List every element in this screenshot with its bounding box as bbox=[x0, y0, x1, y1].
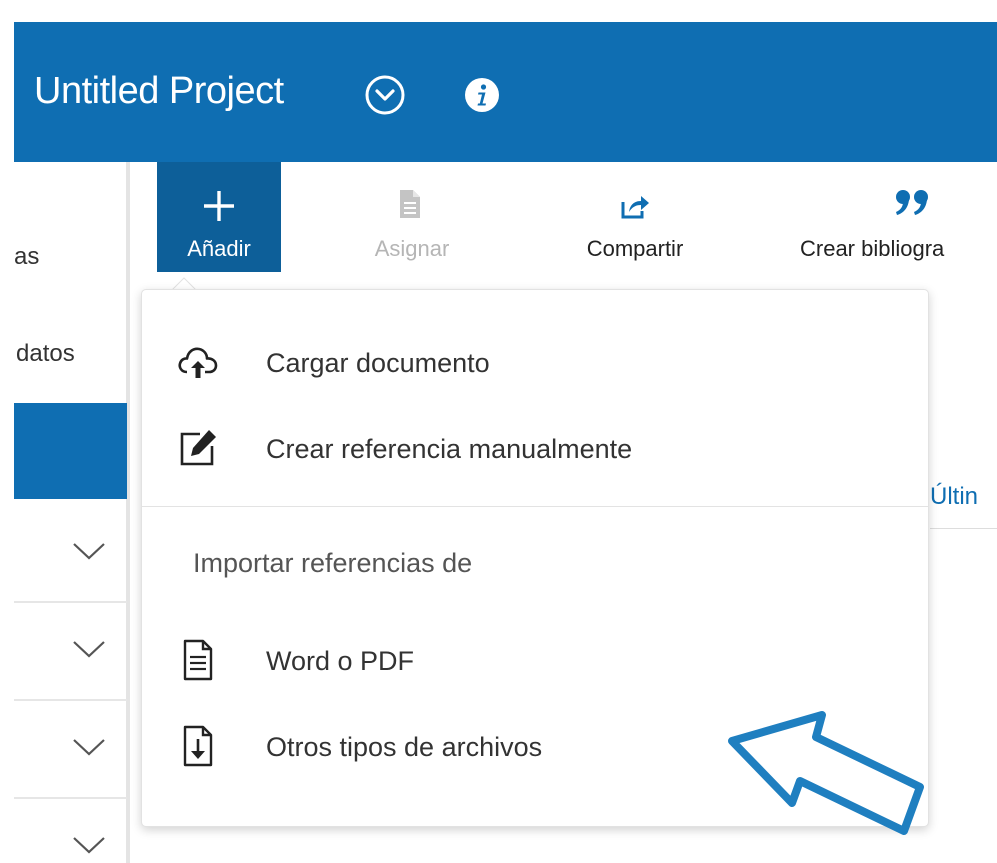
document-icon bbox=[400, 190, 420, 218]
list-divider bbox=[930, 528, 997, 529]
project-header: Untitled Project bbox=[14, 22, 997, 162]
add-button-label: Añadir bbox=[187, 236, 251, 261]
file-download-icon bbox=[183, 725, 213, 767]
cloud-upload-icon bbox=[178, 347, 218, 378]
assign-button[interactable]: Asignar bbox=[350, 162, 474, 272]
sidebar-expander-row[interactable] bbox=[14, 603, 127, 701]
quote-icon bbox=[896, 190, 928, 215]
sidebar-expander-row[interactable] bbox=[14, 701, 127, 799]
sidebar-item-label[interactable]: datos bbox=[16, 340, 75, 368]
chevron-down-icon[interactable] bbox=[72, 835, 106, 855]
share-icon bbox=[621, 196, 649, 219]
sort-label-partial[interactable]: Últin bbox=[930, 483, 978, 511]
chevron-down-circle-icon[interactable] bbox=[364, 74, 406, 116]
menu-item-label: Cargar documento bbox=[266, 348, 490, 378]
chevron-down-icon[interactable] bbox=[72, 541, 106, 561]
menu-item-upload-document[interactable]: Cargar documento bbox=[142, 328, 928, 394]
menu-item-create-manual-reference[interactable]: Crear referencia manualmente bbox=[142, 414, 928, 480]
pointer-arrow-icon bbox=[728, 711, 924, 835]
import-section-title: Importar referencias de bbox=[193, 548, 473, 578]
menu-item-label: Crear referencia manualmente bbox=[266, 434, 633, 464]
create-bibliography-label: Crear bibliogra bbox=[800, 236, 945, 261]
sidebar-expander-row[interactable] bbox=[14, 799, 127, 863]
edit-icon bbox=[180, 430, 216, 466]
menu-item-import-word-pdf[interactable]: Word o PDF bbox=[142, 626, 928, 692]
info-icon[interactable] bbox=[464, 77, 500, 113]
sidebar-item-label[interactable]: as bbox=[14, 243, 39, 271]
sidebar-item-active[interactable] bbox=[14, 403, 127, 499]
sidebar-expander-row[interactable] bbox=[14, 505, 127, 603]
create-bibliography-button[interactable]: Crear bibliogra bbox=[800, 162, 997, 272]
add-button[interactable]: Añadir bbox=[157, 162, 281, 272]
plus-icon bbox=[204, 191, 234, 221]
chevron-down-icon[interactable] bbox=[72, 737, 106, 757]
share-button[interactable]: Compartir bbox=[560, 162, 710, 272]
menu-item-label: Otros tipos de archivos bbox=[266, 732, 543, 762]
menu-item-label: Word o PDF bbox=[266, 646, 415, 676]
assign-button-label: Asignar bbox=[374, 236, 450, 261]
menu-divider bbox=[142, 506, 928, 507]
file-text-icon bbox=[183, 639, 213, 681]
chevron-down-icon[interactable] bbox=[72, 639, 106, 659]
project-title: Untitled Project bbox=[34, 70, 284, 112]
share-button-label: Compartir bbox=[586, 236, 684, 261]
